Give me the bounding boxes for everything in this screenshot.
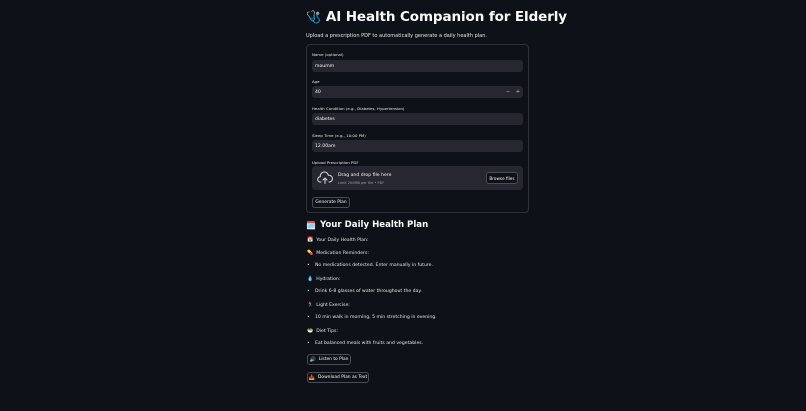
download-label: Download Plan as Text xyxy=(318,375,368,380)
download-plan-button[interactable]: 📥 Download Plan as Text xyxy=(307,372,369,383)
upload-label: Upload Prescription PDF xyxy=(312,160,359,165)
file-dropzone[interactable]: Drag and drop file here Limit 200MB per … xyxy=(312,166,523,190)
listen-label: Listen to Plan xyxy=(318,357,349,362)
speaker-icon: 🔊 xyxy=(309,356,316,363)
plan-heading-text: Your Daily Health Plan xyxy=(319,220,429,230)
sleep-time-label: Sleep Time (e.g., 10:00 PM) xyxy=(312,133,366,138)
hydration-label: Hydration: xyxy=(316,276,341,282)
sleep-time-input[interactable]: 12.00am xyxy=(312,140,523,152)
condition-value: diabetes xyxy=(315,116,335,122)
name-label: Name (optional) xyxy=(312,52,344,57)
calendar-icon: 🗓️ xyxy=(306,220,316,230)
diet-label: Diet Tips: xyxy=(316,328,338,334)
page-subtitle: Upload a prescription PDF to automatical… xyxy=(306,33,487,39)
stethoscope-icon: 🩺 xyxy=(306,10,321,24)
diet-item: Eat balanced meals with fruits and veget… xyxy=(315,341,424,346)
age-label: Age xyxy=(312,79,320,84)
generate-plan-button[interactable]: Generate Plan xyxy=(312,197,350,208)
listen-to-plan-button[interactable]: 🔊 Listen to Plan xyxy=(307,354,351,365)
calendar-small-icon: 📅 xyxy=(307,237,314,243)
age-value: 40 xyxy=(315,89,321,95)
page-title-text: AI Health Companion for Elderly xyxy=(325,9,567,25)
hydration-item: Drink 6-8 glasses of water throughout th… xyxy=(315,289,422,294)
diet-heading: 🥗 Diet Tips: xyxy=(307,328,338,334)
plan-intro: 📅 Your Daily Health Plan: xyxy=(307,237,368,243)
condition-label: Health Condition (e.g., Diabetes, Hypert… xyxy=(312,106,405,111)
exercise-item: 10 min walk in morning, 5 min stretching… xyxy=(315,315,437,320)
page-title: 🩺 AI Health Companion for Elderly xyxy=(306,9,567,25)
sleep-time-value: 12.00am xyxy=(315,143,336,149)
plan-heading: 🗓️ Your Daily Health Plan xyxy=(306,220,428,230)
plan-form: Name (optional) moumm Age 40 − + Health … xyxy=(306,44,529,213)
exercise-heading: 🏃 Light Exercise: xyxy=(307,302,350,308)
name-input[interactable]: moumm xyxy=(312,60,523,72)
pill-icon: 💊 xyxy=(307,250,314,256)
dropzone-instructions: Drag and drop file here xyxy=(338,173,392,178)
medication-label: Medication Reminders: xyxy=(316,250,369,256)
medication-heading: 💊 Medication Reminders: xyxy=(307,250,369,256)
runner-icon: 🏃 xyxy=(307,302,314,308)
download-icon: 📥 xyxy=(308,374,315,381)
age-number-input[interactable]: 40 − + xyxy=(312,86,523,98)
age-stepper: − + xyxy=(503,86,523,98)
salad-icon: 🥗 xyxy=(307,328,314,334)
age-decrement-button[interactable]: − xyxy=(503,89,513,95)
name-value: moumm xyxy=(315,63,335,69)
medication-item: No medications detected. Enter manually … xyxy=(315,263,433,268)
cloud-upload-icon xyxy=(317,171,333,184)
browse-files-button[interactable]: Browse files xyxy=(486,172,518,184)
droplet-icon: 💧 xyxy=(307,276,314,282)
exercise-label: Light Exercise: xyxy=(316,302,350,308)
condition-input[interactable]: diabetes xyxy=(312,113,523,125)
dropzone-limit: Limit 200MB per file • PDF xyxy=(338,181,385,185)
plan-intro-text: Your Daily Health Plan: xyxy=(316,237,369,243)
age-increment-button[interactable]: + xyxy=(513,89,523,95)
hydration-heading: 💧 Hydration: xyxy=(307,276,340,282)
